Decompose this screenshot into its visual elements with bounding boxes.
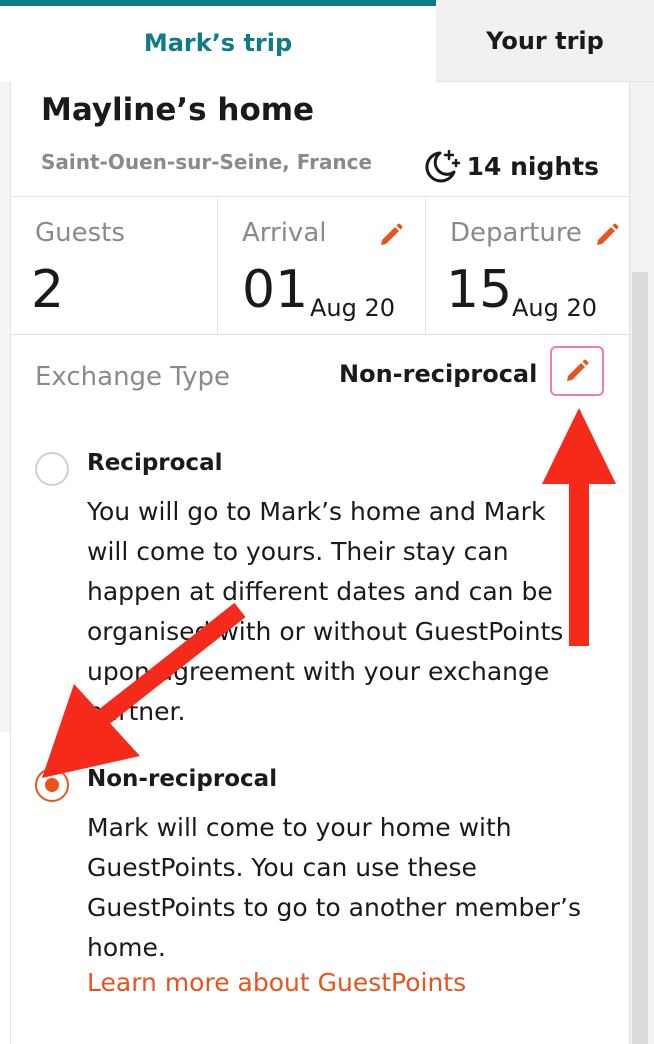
- reciprocal-title[interactable]: Reciprocal: [87, 450, 222, 476]
- exchange-type-label: Exchange Type: [35, 362, 231, 392]
- left-gutter-shade: [0, 82, 10, 732]
- trip-details-card: Mayline’s home Saint-Ouen-sur-Seine, Fra…: [10, 82, 630, 1044]
- departure-day: 15: [446, 260, 513, 320]
- tab-your-trip[interactable]: Your trip: [436, 0, 654, 82]
- non-reciprocal-radio[interactable]: [35, 768, 69, 802]
- guests-value: 2: [31, 260, 65, 320]
- nights-label: 14 nights: [466, 151, 599, 181]
- pencil-icon[interactable]: [378, 222, 404, 248]
- radio-selected-dot: [45, 778, 59, 792]
- departure-label: Departure: [450, 218, 582, 248]
- arrival-stat[interactable]: Arrival 01 Aug 20: [218, 198, 425, 334]
- learn-more-guestpoints-link[interactable]: Learn more about GuestPoints: [87, 968, 466, 997]
- tab-marks-trip-label: Mark’s trip: [143, 29, 293, 57]
- edit-exchange-type-button[interactable]: [550, 346, 604, 396]
- non-reciprocal-title[interactable]: Non-reciprocal: [87, 766, 277, 792]
- tab-your-trip-label: Your trip: [486, 26, 604, 55]
- arrival-month: Aug 20: [310, 294, 396, 322]
- departure-stat[interactable]: Departure 15 Aug 20: [426, 198, 629, 334]
- divider: [11, 334, 629, 335]
- exchange-type-value: Non-reciprocal: [339, 360, 538, 388]
- pencil-icon: [567, 359, 589, 381]
- guests-label: Guests: [35, 218, 125, 248]
- scrollbar-thumb[interactable]: [632, 272, 648, 1044]
- moon-stars-icon: [425, 149, 460, 183]
- non-reciprocal-description: Mark will come to your home with GuestPo…: [87, 813, 581, 962]
- tab-marks-trip[interactable]: Mark’s trip: [0, 0, 436, 82]
- pencil-icon[interactable]: [594, 222, 620, 248]
- divider: [11, 196, 629, 197]
- reciprocal-description: You will go to Mark’s home and Mark will…: [87, 497, 564, 726]
- arrival-label: Arrival: [242, 218, 327, 248]
- departure-month: Aug 20: [512, 294, 598, 322]
- home-title: Mayline’s home: [41, 92, 315, 128]
- reciprocal-radio[interactable]: [35, 452, 69, 486]
- trip-tabs: Mark’s trip Your trip: [0, 0, 654, 82]
- guests-stat: Guests 2: [11, 198, 217, 334]
- home-location: Saint-Ouen-sur-Seine, France: [41, 150, 373, 174]
- nights-count: 14 nights: [421, 148, 599, 184]
- arrival-day: 01: [242, 260, 309, 320]
